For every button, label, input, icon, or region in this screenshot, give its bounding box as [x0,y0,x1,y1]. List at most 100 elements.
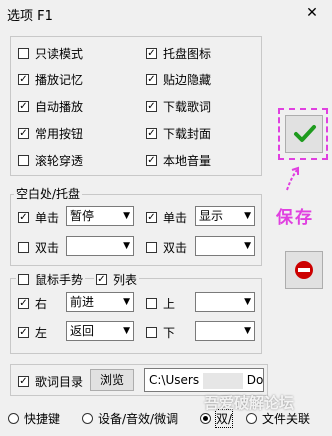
tab-shortcuts[interactable]: 快捷键 [8,410,60,427]
checkbox-box[interactable]: ✓ [146,101,157,112]
double-click-left-select[interactable]: ▼ [66,236,134,256]
checkbox-box[interactable] [18,274,29,285]
path-suffix: Dov [246,373,264,387]
checkbox-label: 常用按钮 [35,127,84,141]
checkbox-box[interactable]: ✓ [146,48,157,59]
select-value: 显示 [199,209,224,223]
checkbox-download-lyrics[interactable]: ✓ 下载歌词 [146,98,211,115]
checkbox-tray-icon[interactable]: ✓ 托盘图标 [146,45,211,62]
double-click-right-select[interactable]: ▼ [195,236,255,256]
checkbox-box[interactable]: ✓ [18,74,29,85]
checkbox-label: 双击 [35,241,60,255]
checkbox-label: 下载封面 [163,127,212,141]
single-click-right-select[interactable]: 显示 ▼ [195,206,255,226]
checkbox-box[interactable] [146,327,157,338]
checkbox-box[interactable] [146,298,157,309]
chevron-down-icon: ▼ [244,211,251,221]
path-prefix: C:\Users [149,373,200,387]
checkbox-local-volume[interactable]: ✓ 本地音量 [146,152,211,169]
chevron-down-icon: ▼ [244,297,251,307]
checkbox-label: 单击 [35,211,60,225]
cancel-button[interactable] [285,251,323,289]
checkbox-lyrics-dir[interactable]: ✓ 歌词目录 [18,373,83,390]
tab-label: 设备/音效/微调 [98,412,179,426]
annotation-arrow [286,166,299,191]
gesture-right-select[interactable]: 前进 ▼ [66,292,134,312]
checkbox-label: 单击 [163,211,188,225]
checkbox-readonly[interactable]: 只读模式 [18,45,83,62]
tray-group-title: 空白处/托盘 [14,187,83,201]
checkbox-box[interactable] [18,155,29,166]
checkbox-box[interactable] [18,242,29,253]
checkbox-gesture-right[interactable]: ✓ 右 [18,295,47,312]
checkbox-label: 双击 [163,241,188,255]
checkbox-wheel-passthrough[interactable]: 滚轮穿透 [18,152,83,169]
checkbox-label: 播放记忆 [35,73,84,87]
chevron-down-icon: ▼ [123,241,130,251]
checkbox-autoplay[interactable]: ✓ 自动播放 [18,98,83,115]
checkbox-box[interactable]: ✓ [18,128,29,139]
title-bar: 选项 F1 ✕ [0,0,332,26]
tab-device-effects[interactable]: 设备/音效/微调 [82,410,178,427]
checkbox-double-click-right[interactable]: 双击 [146,239,187,256]
checkbox-box[interactable]: ✓ [146,155,157,166]
checkbox-gesture-left[interactable]: ✓ 左 [18,324,47,341]
checkbox-download-cover[interactable]: ✓ 下载封面 [146,125,211,142]
checkbox-label: 托盘图标 [163,47,212,61]
checkbox-label: 歌词目录 [35,375,84,389]
checkbox-label: 下载歌词 [163,100,212,114]
checkbox-label: 上 [163,297,176,311]
checkbox-box[interactable]: ✓ [146,74,157,85]
close-icon[interactable]: ✕ [292,0,332,26]
save-annotation-text: 保存 [276,208,314,228]
select-value: 返回 [70,324,95,338]
checkbox-mouse-gesture[interactable]: 鼠标手势 [16,271,86,288]
gesture-down-select[interactable]: ▼ [195,321,255,341]
checkbox-single-click-right[interactable]: ✓ 单击 [146,209,187,226]
chevron-down-icon: ▼ [123,326,130,336]
save-button[interactable] [285,115,323,153]
radio-circle[interactable] [82,413,93,424]
checkmark-icon [294,125,316,142]
radio-circle[interactable] [246,413,257,424]
browse-button[interactable]: 浏览 [90,369,134,391]
checkbox-label: 本地音量 [163,154,212,168]
checkbox-box[interactable]: ✓ [18,298,29,309]
checkbox-gesture-up[interactable]: 上 [146,295,175,312]
gesture-left-select[interactable]: 返回 ▼ [66,321,134,341]
checkbox-box[interactable]: ✓ [18,376,29,387]
chevron-down-icon: ▼ [123,297,130,307]
gesture-up-select[interactable]: ▼ [195,292,255,312]
checkbox-box[interactable]: ✓ [146,212,157,223]
chevron-down-icon: ▼ [123,211,130,221]
checkbox-single-click-left[interactable]: ✓ 单击 [18,209,59,226]
checkbox-box[interactable]: ✓ [18,212,29,223]
select-value: 暂停 [70,209,95,223]
checkbox-box[interactable]: ✓ [18,101,29,112]
select-value: 前进 [70,295,95,309]
checkbox-box[interactable] [146,242,157,253]
lyrics-path-field[interactable]: C:\Users Dov [144,368,264,392]
checkbox-label: 只读模式 [35,47,84,61]
checkbox-box[interactable] [18,48,29,59]
checkbox-common-buttons[interactable]: ✓ 常用按钮 [18,125,83,142]
checkbox-label: 左 [35,326,48,340]
watermark: 吾爱破解论坛 [204,394,295,412]
checkbox-play-memory[interactable]: ✓ 播放记忆 [18,71,83,88]
radio-circle[interactable] [200,413,211,424]
single-click-left-select[interactable]: 暂停 ▼ [66,206,134,226]
checkbox-label: 滚轮穿透 [35,154,84,168]
checkbox-gesture-down[interactable]: 下 [146,324,175,341]
chevron-down-icon: ▼ [244,241,251,251]
window-title: 选项 F1 [7,9,53,24]
checkbox-box[interactable]: ✓ [96,274,107,285]
checkbox-label: 贴边隐藏 [163,73,212,87]
checkbox-double-click-left[interactable]: 双击 [18,239,59,256]
checkbox-box[interactable]: ✓ [146,128,157,139]
radio-circle[interactable] [8,413,19,424]
no-entry-icon [295,261,313,279]
path-redaction [202,372,243,389]
checkbox-edge-hide[interactable]: ✓ 贴边隐藏 [146,71,211,88]
checkbox-box[interactable]: ✓ [18,327,29,338]
checkbox-list[interactable]: ✓ 列表 [94,271,140,288]
